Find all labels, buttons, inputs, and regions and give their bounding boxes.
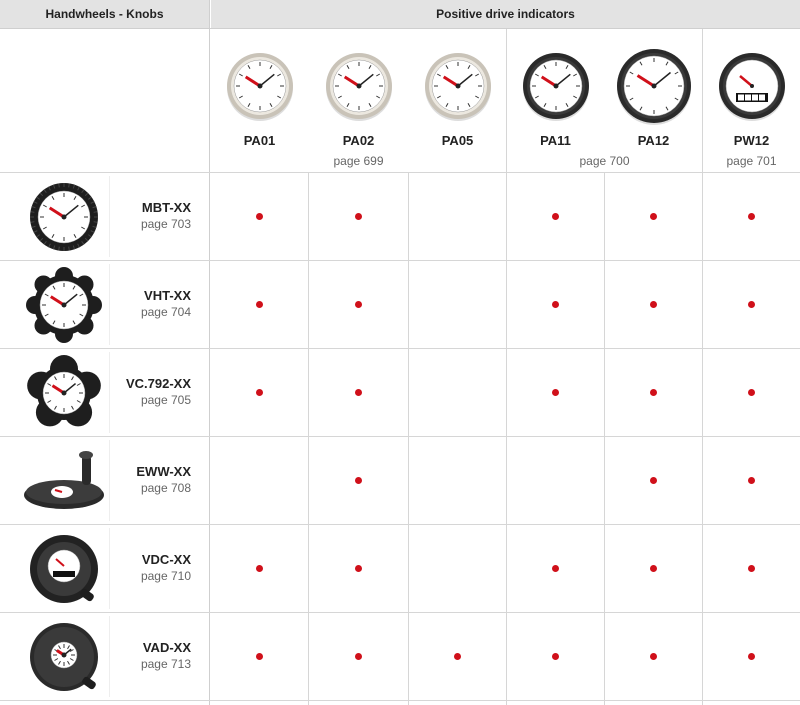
table-row: VDC-XX page 710	[0, 525, 800, 612]
compatibility-mark	[747, 477, 755, 484]
indicator-code: PA12	[637, 133, 670, 148]
compatibility-mark	[551, 565, 559, 572]
compatibility-mark	[747, 213, 755, 220]
handwheel-page: page 713	[140, 657, 191, 671]
compatibility-table: Handwheels - Knobs Positive drive indica…	[0, 0, 800, 705]
compatibility-mark	[747, 389, 755, 396]
compatibility-mark	[551, 653, 559, 660]
compatibility-mark	[649, 653, 657, 660]
indicator-column-pw12: PW12	[703, 28, 800, 173]
column-divider	[308, 173, 309, 705]
row-divider	[0, 260, 800, 261]
compatibility-mark	[255, 565, 263, 572]
table-row: EWW-XX page 708	[0, 437, 800, 524]
flat-disc-handwheel-with-handle-icon	[18, 440, 110, 521]
indicator-column-pa01: PA01	[211, 28, 308, 173]
row-divider	[0, 28, 800, 29]
compatibility-mark	[354, 389, 362, 396]
compatibility-mark	[453, 653, 461, 660]
indicator-code: PA11	[540, 133, 571, 148]
pw12-indicator-image	[716, 48, 788, 131]
compatibility-mark	[255, 653, 263, 660]
pa02-indicator-image	[323, 48, 395, 131]
table-row: VC.792-XX page 705	[0, 349, 800, 436]
handwheel-code: VC.792-XX	[125, 376, 191, 391]
compatibility-mark	[551, 213, 559, 220]
compatibility-mark	[649, 477, 657, 484]
indicator-column-pa12: PA12	[605, 28, 702, 173]
compatibility-mark	[354, 301, 362, 308]
compatibility-mark	[354, 653, 362, 660]
column-divider	[408, 173, 409, 705]
indicator-column-pa11: PA11	[507, 28, 604, 173]
indicator-code: PA01	[243, 133, 276, 148]
row-divider	[0, 612, 800, 613]
compatibility-mark	[649, 389, 657, 396]
table-row: VAD-XX page 713	[0, 613, 800, 700]
compatibility-mark	[255, 213, 263, 220]
pa11-indicator-image	[520, 48, 592, 131]
handwheel-code: EWW-XX	[136, 464, 191, 479]
header-handwheels-knobs: Handwheels - Knobs	[0, 0, 209, 28]
table-row: MBT-XX page 703	[0, 173, 800, 260]
solid-handwheel-with-gauge-icon	[18, 616, 110, 697]
pa05-indicator-image	[422, 48, 494, 131]
spoked-handwheel-with-counter-icon	[18, 528, 110, 609]
compatibility-mark	[649, 301, 657, 308]
handwheel-code: VHT-XX	[144, 288, 191, 303]
indicator-code: PW12	[733, 133, 770, 148]
header-gap	[210, 0, 211, 28]
round-handwheel-with-gauge-icon	[18, 176, 110, 257]
lobed-handwheel-with-gauge-icon	[18, 264, 110, 345]
compatibility-mark	[649, 213, 657, 220]
compatibility-mark	[747, 301, 755, 308]
compatibility-mark	[354, 213, 362, 220]
handwheel-page: page 705	[140, 393, 191, 407]
compatibility-mark	[255, 301, 263, 308]
row-divider	[0, 436, 800, 437]
header-positive-drive-indicators: Positive drive indicators	[211, 0, 800, 28]
indicator-code: PA05	[441, 133, 474, 148]
indicator-column-pa02: PA02	[309, 28, 408, 173]
handwheel-page: page 703	[140, 217, 191, 231]
compatibility-mark	[747, 653, 755, 660]
column-divider	[702, 28, 703, 705]
compatibility-mark	[551, 389, 559, 396]
indicator-group-page: page 701	[726, 154, 777, 168]
indicator-code: PA02	[342, 133, 375, 148]
compatibility-mark	[354, 477, 362, 484]
handwheel-code: MBT-XX	[141, 200, 191, 215]
compatibility-mark	[354, 565, 362, 572]
indicator-column-pa05: PA05	[409, 28, 506, 173]
handwheel-page: page 704	[140, 305, 191, 319]
column-divider	[209, 0, 210, 705]
row-divider	[0, 172, 800, 173]
pa12-indicator-image	[614, 48, 694, 131]
indicator-group-page: page 699	[333, 154, 384, 168]
compatibility-mark	[255, 389, 263, 396]
compatibility-mark	[551, 301, 559, 308]
indicator-group-page: page 700	[579, 154, 630, 168]
handwheel-page: page 710	[140, 569, 191, 583]
row-divider	[0, 524, 800, 525]
row-divider	[0, 700, 800, 701]
column-divider	[604, 173, 605, 705]
compatibility-mark	[747, 565, 755, 572]
table-row: VHT-XX page 704	[0, 261, 800, 348]
pa01-indicator-image	[224, 48, 296, 131]
handwheel-code: VAD-XX	[142, 640, 191, 655]
five-lobe-knob-with-gauge-icon	[18, 352, 110, 433]
row-divider	[0, 348, 800, 349]
column-divider	[506, 28, 507, 705]
compatibility-mark	[649, 565, 657, 572]
handwheel-page: page 708	[140, 481, 191, 495]
handwheel-code: VDC-XX	[141, 552, 191, 567]
